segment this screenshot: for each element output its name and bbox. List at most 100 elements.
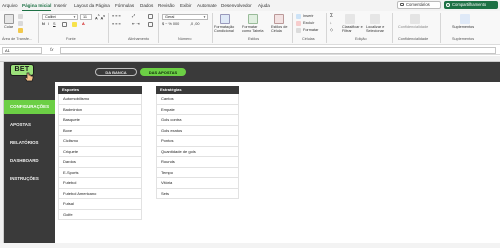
font-name-select[interactable]: Calibri ▼ — [42, 14, 78, 20]
decimal-icon[interactable]: ,0 ,00 — [190, 22, 200, 27]
orientation-icon[interactable]: ⤢ — [132, 14, 135, 19]
find-select-label[interactable]: Localizar e Selecionar — [366, 25, 390, 33]
list-item[interactable]: Sets — [156, 188, 239, 199]
merge-center-icon[interactable] — [148, 22, 153, 27]
conditional-formatting-label[interactable]: Formatação Condicional — [214, 25, 238, 33]
format-label[interactable]: Formatar — [303, 28, 318, 33]
tab-exibir[interactable]: Exibir — [180, 1, 192, 11]
list-item[interactable]: Vitória — [156, 178, 239, 189]
list-item[interactable]: Futebol — [58, 178, 142, 189]
fill-color-icon[interactable] — [72, 22, 77, 27]
insert-label[interactable]: Inserir — [303, 14, 314, 19]
sidebar-item-configuracoes[interactable]: CONFIGURAÇÕES — [4, 100, 55, 114]
delete-cells-icon[interactable] — [296, 21, 301, 26]
list-item[interactable]: Futsal — [58, 199, 142, 210]
cut-icon[interactable] — [18, 14, 23, 19]
tab-arquivo[interactable]: Arquivo — [2, 1, 18, 11]
cell-styles-label[interactable]: Estilos de Célula — [271, 25, 289, 33]
delete-label[interactable]: Excluir — [303, 21, 314, 26]
list-item[interactable]: Gols exatos — [156, 125, 239, 136]
underline-icon[interactable]: S — [53, 22, 56, 27]
list-item[interactable]: Badminton — [58, 104, 142, 115]
addins-label[interactable]: Suplementos — [452, 25, 474, 30]
font-size-select[interactable]: 11 — [80, 14, 92, 20]
format-cells-icon[interactable] — [296, 28, 301, 33]
align-left-icon[interactable]: ≡ ≡ ≡ — [112, 22, 121, 27]
tab-desenvolvedor[interactable]: Desenvolvedor — [221, 1, 252, 11]
accounting-format-icon[interactable]: $ ~ % 000 — [162, 22, 179, 27]
format-as-table-icon[interactable] — [248, 14, 258, 24]
paste-icon[interactable] — [4, 14, 14, 24]
name-box[interactable]: A1 — [2, 47, 42, 54]
share-button[interactable]: Compartilhamento — [444, 1, 498, 9]
list-item[interactable]: Criquete — [58, 146, 142, 157]
tab-automate[interactable]: Automate — [197, 1, 217, 11]
italic-icon[interactable]: I — [48, 22, 49, 27]
confidentiality-label[interactable]: Confidencialidade — [398, 25, 428, 30]
cells-group-label: Células — [302, 37, 315, 41]
confidentiality-icon[interactable] — [410, 14, 420, 24]
comment-icon — [400, 3, 404, 6]
list-item[interactable]: Rounds — [156, 157, 239, 168]
fx-icon[interactable]: fx — [50, 47, 53, 52]
tab-dados[interactable]: Dados — [140, 1, 153, 11]
list-item[interactable]: E-Sports — [58, 167, 142, 178]
number-format-value: Geral — [165, 15, 175, 19]
autosum-icon[interactable]: Σ — [330, 14, 333, 19]
list-item[interactable]: Golfe — [58, 209, 142, 220]
list-item[interactable]: Boxe — [58, 125, 142, 136]
list-item[interactable]: Quantidade de gols — [156, 146, 239, 157]
sort-filter-label[interactable]: Classificar e Filtrar — [342, 25, 364, 33]
indent-icon[interactable]: ⇤ ⇥ — [132, 22, 139, 27]
tab-formulas[interactable]: Fórmulas — [115, 1, 134, 11]
sidebar-item-relatorios[interactable]: RELATÓRIOS — [4, 136, 55, 150]
da-banca-button[interactable]: DA BANCA — [95, 68, 137, 76]
list-item[interactable]: Empate — [156, 104, 239, 115]
sidebar-item-dashboard[interactable]: DASHBOARD — [4, 154, 55, 168]
tab-ajuda[interactable]: Ajuda — [258, 1, 270, 11]
copy-icon[interactable] — [18, 21, 23, 26]
sidebar-item-instrucoes[interactable]: INSTRUÇÕES — [4, 172, 55, 186]
list-item[interactable]: Automobilismo — [58, 94, 142, 105]
tab-revisao[interactable]: Revisão — [158, 1, 175, 11]
wrap-text-icon[interactable] — [148, 14, 153, 19]
bold-icon[interactable]: N — [42, 22, 45, 27]
list-item[interactable]: Pontos — [156, 136, 239, 147]
clear-icon[interactable]: ◇ — [330, 28, 333, 33]
number-format-select[interactable]: Geral ▼ — [162, 14, 208, 20]
addins-icon[interactable] — [460, 14, 470, 24]
find-select-icon[interactable] — [370, 14, 380, 24]
grow-font-icon[interactable]: A^ Av — [95, 14, 105, 21]
ribbon-divider — [440, 13, 441, 43]
ribbon-tab-bar: Arquivo Página Inicial Inserir Layout da… — [0, 0, 500, 11]
fill-icon[interactable]: ↓ — [330, 21, 332, 26]
tab-inserir[interactable]: Inserir — [54, 1, 67, 11]
das-apostas-button[interactable]: DAS APOSTAS — [140, 68, 186, 76]
align-top-icon[interactable]: ≡ ≡ ≡ — [112, 14, 121, 19]
list-item[interactable]: Dardos — [58, 157, 142, 168]
strategies-list: Estratégias Cantos Empate Gols contra Go… — [156, 86, 239, 199]
styles-group-label: Estilos — [248, 37, 260, 41]
format-painter-icon[interactable] — [18, 28, 23, 33]
conditional-formatting-icon[interactable] — [220, 14, 230, 24]
list-item[interactable]: Ciclismo — [58, 136, 142, 147]
formula-input[interactable] — [60, 47, 496, 54]
borders-icon[interactable] — [62, 22, 67, 27]
cell-styles-icon[interactable] — [274, 14, 284, 24]
format-as-table-label[interactable]: Formatar como Tabela — [242, 25, 266, 33]
insert-cells-icon[interactable] — [296, 14, 301, 19]
tab-pagina-inicial[interactable]: Página Inicial — [22, 1, 52, 11]
tab-layout-da-pagina[interactable]: Layout da Página — [74, 1, 110, 11]
list-item[interactable]: Basquete — [58, 115, 142, 126]
font-color-icon[interactable]: A — [82, 22, 85, 27]
list-item[interactable]: Tempo — [156, 167, 239, 178]
font-name-value: Calibri — [45, 15, 56, 19]
sort-filter-icon[interactable] — [345, 14, 355, 24]
comments-button[interactable]: Comentários — [397, 1, 441, 9]
list-item[interactable]: Cantos — [156, 94, 239, 105]
sidebar-item-apostas[interactable]: APOSTAS — [4, 118, 55, 132]
list-item[interactable]: Gols contra — [156, 115, 239, 126]
list-item[interactable]: Futebol Americano — [58, 188, 142, 199]
share-icon — [446, 3, 450, 7]
font-group-label: Fonte — [66, 37, 76, 41]
